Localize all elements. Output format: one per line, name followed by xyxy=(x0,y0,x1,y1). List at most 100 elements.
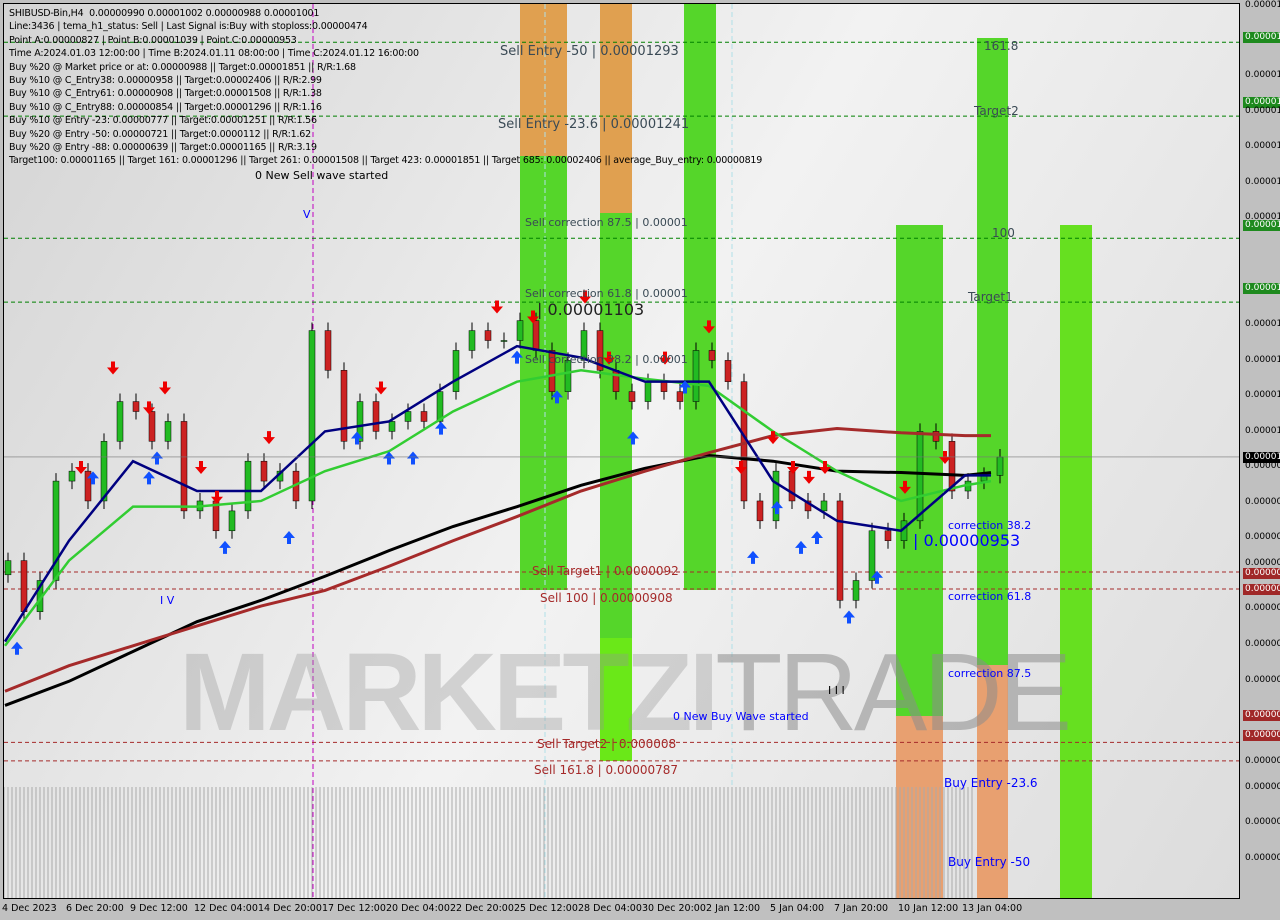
candle-body xyxy=(116,401,124,442)
time-axis-label: 30 Dec 20:00 xyxy=(642,903,706,914)
candle-body xyxy=(852,580,860,601)
buy-entry-50-label: Buy Entry -50 xyxy=(948,855,1031,869)
price-axis-label: 0.00001 xyxy=(1245,177,1280,187)
price-axis-label: 0.00001 xyxy=(1245,106,1280,116)
wave-iv-label: I V xyxy=(160,594,175,607)
info-line: Target100: 0.00001165 || Target 161: 0.0… xyxy=(9,155,763,167)
price-axis[interactable]: 0.00001 0.00001 0.00001 0.00001 0.00001 0.000… xyxy=(1240,0,1280,920)
sell-correction-382-label: Sell correction 38.2 | 0.00001 xyxy=(525,353,688,366)
time-axis-label: 7 Jan 20:00 xyxy=(834,903,889,914)
candle-body xyxy=(516,320,524,341)
candle-body xyxy=(164,421,172,442)
wave-iii-label: I I I xyxy=(828,684,845,697)
price-axis-label: 0.00000 xyxy=(1245,782,1280,792)
info-line: Buy %10 @ C_Entry88: 0.00000854 || Targe… xyxy=(9,101,322,113)
time-axis-label: 20 Dec 04:00 xyxy=(386,903,450,914)
buy-arrow-icon xyxy=(627,431,639,445)
info-line: Buy %20 @ Entry -50: 0.00000721 || Targe… xyxy=(9,128,311,140)
info-line: Time A:2024.01.03 12:00:00 | Time B:2024… xyxy=(9,48,419,60)
buy-entry-236-label: Buy Entry -23.6 xyxy=(944,776,1038,790)
chart-area[interactable]: MARKETZITRADE SHIBUSD-Bin,H4 0.00000990 … xyxy=(3,3,1240,899)
sell-1618-label: Sell 161.8 | 0.00000787 xyxy=(534,763,679,777)
new-sell-wave-label: 0 New Sell wave started xyxy=(255,169,389,182)
candle-body xyxy=(468,330,476,351)
buy-arrow-icon xyxy=(219,540,231,554)
candle-body xyxy=(628,391,636,402)
price-axis-label: 0.00000 xyxy=(1245,756,1280,766)
candle-body xyxy=(788,470,796,502)
level-100-label: 100 xyxy=(992,226,1015,240)
buy-arrow-icon xyxy=(795,540,807,554)
candle-body xyxy=(708,350,716,361)
info-line: Buy %10 @ C_Entry61: 0.00000908 || Targe… xyxy=(9,88,322,100)
candle-body xyxy=(148,411,156,442)
info-line: Buy %20 @ Market price or at: 0.00000988… xyxy=(9,61,356,73)
target2-label: Target2 xyxy=(974,104,1019,118)
candle-body xyxy=(884,530,892,541)
candle-body xyxy=(452,350,460,392)
sell-arrow-icon xyxy=(703,320,715,334)
price-axis-label: 0.00001 xyxy=(1245,141,1280,151)
time-axis-label: 6 Dec 20:00 xyxy=(66,903,124,914)
price-axis-label: 0.00001 xyxy=(1243,452,1280,463)
buy-arrow-icon xyxy=(843,610,855,624)
candle-body xyxy=(916,431,924,522)
price-axis-label: 0.00000 xyxy=(1245,675,1280,685)
candle-body xyxy=(756,500,764,522)
candle-body xyxy=(660,381,668,392)
candle-body xyxy=(132,401,140,412)
candle-body xyxy=(180,421,188,512)
price-axis-label: 0.00001 xyxy=(1245,355,1280,365)
price-axis-label: 0.00000 xyxy=(1245,497,1280,507)
price-axis-label: 0.00000 xyxy=(1245,603,1280,613)
price-axis-label: 0.00000 xyxy=(1245,817,1280,827)
buy-arrow-icon xyxy=(551,390,563,404)
time-axis-label: 2 Jan 12:00 xyxy=(706,903,761,914)
candle-body xyxy=(260,460,268,482)
price-axis-label: 0.00001 xyxy=(1245,426,1280,436)
candle-body xyxy=(996,456,1004,476)
price-axis-label: 0.00001 xyxy=(1243,220,1280,231)
buy-arrow-icon xyxy=(283,530,295,544)
indicator-info-panel: SHIBUSD-Bin,H4 0.00000990 0.00001002 0.0… xyxy=(9,7,762,168)
price-axis-label: 0.00000 xyxy=(1243,568,1280,579)
time-axis-label: 13 Jan 04:00 xyxy=(962,903,1023,914)
price-axis-label: 0.00000 xyxy=(1245,853,1280,863)
price-axis-label: 0.00000 xyxy=(1243,710,1280,721)
price-axis-label: 0.00001 xyxy=(1245,319,1280,329)
sell-arrow-icon xyxy=(803,470,815,484)
sell-target1-label: Sell Target1 | 0.0000092 xyxy=(532,564,679,578)
buy-arrow-icon xyxy=(811,530,823,544)
candle-body xyxy=(868,530,876,581)
info-line: Buy %20 @ Entry -88: 0.00000639 || Targe… xyxy=(9,142,317,154)
time-axis-label: 10 Jan 12:00 xyxy=(898,903,959,914)
correction-618-label: correction 61.8 xyxy=(948,590,1032,603)
buy-arrow-icon xyxy=(435,421,447,435)
price-axis-label: 0.00000 xyxy=(1245,532,1280,542)
sell-arrow-icon xyxy=(263,431,275,445)
time-axis-label: 17 Dec 12:00 xyxy=(322,903,386,914)
time-axis-label: 5 Jan 04:00 xyxy=(770,903,825,914)
candle-body xyxy=(500,340,508,342)
new-buy-wave-label: 0 New Buy Wave started xyxy=(673,710,809,723)
candle-body xyxy=(484,330,492,341)
price-axis-label: 0.00000 xyxy=(1245,639,1280,649)
candle-body xyxy=(68,470,76,482)
candle-body xyxy=(324,330,332,371)
point-c-price-label: | 0.00000953 xyxy=(913,531,1021,550)
time-axis-label: 12 Dec 04:00 xyxy=(194,903,258,914)
time-axis-label: 9 Dec 12:00 xyxy=(130,903,188,914)
time-axis-label: 4 Dec 2023 xyxy=(2,903,57,914)
price-axis-label: 0.00000 xyxy=(1243,730,1280,741)
candle-body xyxy=(20,560,28,612)
candle-body xyxy=(820,500,828,512)
price-axis-label: 0.00001 xyxy=(1245,0,1280,10)
price-axis-label: 0.00001 xyxy=(1243,32,1280,43)
sell-100-label: Sell 100 | 0.00000908 xyxy=(540,591,673,605)
candle-body xyxy=(4,560,12,576)
info-line: SHIBUSD-Bin,H4 0.00000990 0.00001002 0.0… xyxy=(9,8,320,19)
candle-body xyxy=(692,350,700,402)
level-1618-label: 161.8 xyxy=(984,39,1019,53)
point-b-price-label: | 0.00001103 xyxy=(537,300,645,319)
wave-v-label: V xyxy=(303,208,311,221)
